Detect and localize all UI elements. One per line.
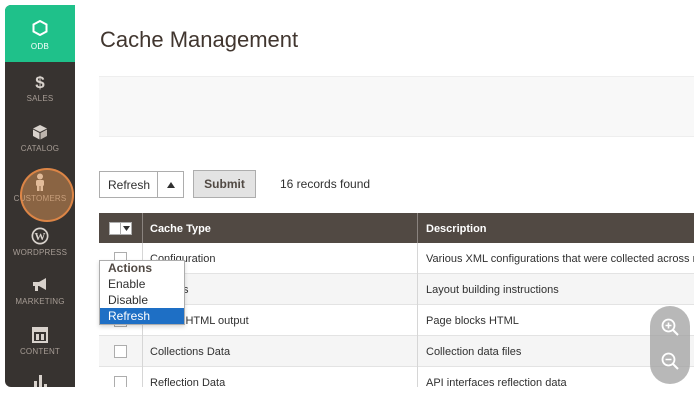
column-divider [142, 213, 143, 243]
option-refresh[interactable]: Refresh [100, 308, 184, 324]
admin-sidebar: ODB $ SALES CATALOG CUSTOMERS W WORDPRES… [5, 5, 75, 387]
app-window: ODB $ SALES CATALOG CUSTOMERS W WORDPRES… [5, 5, 694, 387]
cache-type-cell: Reflection Data [150, 377, 226, 387]
option-disable[interactable]: Disable [100, 292, 184, 308]
sidebar-item-customers[interactable]: CUSTOMERS [5, 165, 75, 215]
bar-chart-icon [5, 373, 75, 387]
logo-hexagon-icon [5, 19, 75, 40]
records-found: 16 records found [280, 177, 371, 191]
chevron-up-icon[interactable] [157, 172, 183, 197]
sidebar-item-catalog[interactable]: CATALOG [5, 115, 75, 165]
mass-select-control[interactable] [109, 222, 132, 235]
column-header-cache-type[interactable]: Cache Type [150, 223, 211, 235]
person-icon [5, 173, 75, 191]
cache-type-cell: Collections Data [150, 346, 231, 358]
chevron-down-icon[interactable] [121, 222, 132, 235]
row-checkbox[interactable] [114, 345, 127, 358]
table-row: Layouts Layout building instructions [99, 274, 694, 305]
dollar-icon: $ [5, 73, 75, 91]
sidebar-item-label: WORDPRESS [12, 248, 68, 257]
logo-tile[interactable]: ODB [5, 5, 75, 62]
sidebar-item-label: MARKETING [15, 297, 65, 306]
column-divider [417, 336, 418, 367]
mass-action-value: Refresh [108, 178, 151, 192]
sidebar-item-label: SALES [26, 94, 54, 103]
dropdown-group-header: Actions [108, 261, 153, 275]
row-checkbox[interactable] [114, 376, 127, 387]
sidebar-item-reports[interactable] [5, 365, 75, 387]
description-cell: API interfaces reflection data [426, 377, 567, 387]
zoom-out-icon[interactable] [658, 349, 682, 373]
cube-icon [5, 123, 75, 141]
sidebar-item-label: CUSTOMERS [13, 194, 67, 203]
page-title: Cache Management [100, 27, 299, 52]
layout-icon [5, 326, 75, 344]
mass-action-dropdown: Actions Enable Disable Refresh [99, 260, 185, 325]
zoom-in-icon[interactable] [658, 315, 682, 339]
sidebar-item-marketing[interactable]: MARKETING [5, 268, 75, 318]
column-divider [417, 274, 418, 305]
page-actions-band [99, 76, 694, 137]
svg-text:$: $ [35, 73, 45, 91]
column-divider [142, 336, 143, 367]
logo-label: ODB [30, 42, 50, 51]
column-divider [417, 367, 418, 387]
sidebar-item-label: CONTENT [19, 347, 61, 356]
zoom-controls [650, 306, 690, 384]
table-row: Collections Data Collection data files [99, 336, 694, 367]
main-content: Cache Management Refresh Submit 16 recor… [75, 5, 694, 387]
description-cell: Layout building instructions [426, 284, 559, 296]
table-row: Reflection Data API interfaces reflectio… [99, 367, 694, 387]
column-divider [417, 243, 418, 274]
grid-header: Cache Type Description [99, 213, 694, 243]
sidebar-item-label: CATALOG [20, 144, 60, 153]
mass-action-select[interactable]: Refresh [99, 171, 184, 198]
submit-button[interactable]: Submit [193, 170, 256, 198]
select-all-checkbox[interactable] [109, 222, 121, 235]
description-cell: Various XML configurations that were col… [426, 253, 694, 265]
column-header-description[interactable]: Description [426, 223, 487, 235]
description-cell: Collection data files [426, 346, 522, 358]
option-enable[interactable]: Enable [100, 276, 184, 292]
wordpress-icon: W [5, 227, 75, 245]
sidebar-item-sales[interactable]: $ SALES [5, 65, 75, 115]
cache-grid: Cache Type Description Configuration Var… [99, 213, 694, 387]
sidebar-item-content[interactable]: CONTENT [5, 318, 75, 368]
column-divider [417, 305, 418, 336]
megaphone-icon [5, 276, 75, 294]
sidebar-item-wordpress[interactable]: W WORDPRESS [5, 219, 75, 269]
column-divider [142, 367, 143, 387]
description-cell: Page blocks HTML [426, 315, 519, 327]
column-divider [417, 213, 418, 243]
table-row: Blocks HTML output Page blocks HTML [99, 305, 694, 336]
table-row: Configuration Various XML configurations… [99, 243, 694, 274]
svg-text:W: W [35, 231, 46, 243]
